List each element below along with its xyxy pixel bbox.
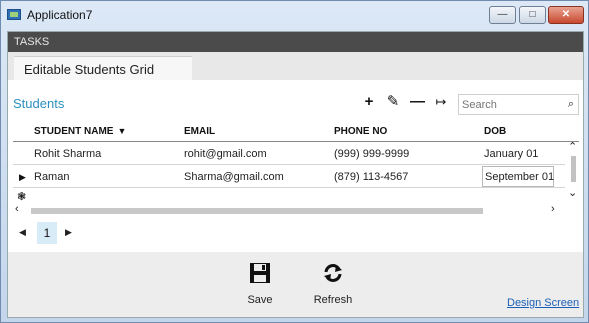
search-box[interactable]: ⌕ [458, 94, 579, 115]
column-header-email[interactable]: EMAIL [184, 126, 215, 137]
scroll-left-icon[interactable]: ‹ [15, 203, 19, 215]
minimize-button[interactable]: — [489, 6, 516, 24]
table-row[interactable]: Rohit Sharma rohit@gmail.com (999) 999-9… [13, 143, 565, 165]
cell-dob[interactable]: January 01 [484, 148, 538, 160]
save-label: Save [247, 294, 273, 306]
refresh-icon [324, 264, 342, 282]
title-bar[interactable]: Application7 — □ ✕ [1, 1, 588, 29]
action-bar: Save Refresh Design Screen [8, 252, 583, 317]
design-screen-link[interactable]: Design Screen [507, 297, 579, 309]
pager: ◀ 1 ▶ [13, 222, 133, 246]
cell-name[interactable]: Raman [34, 171, 69, 183]
table-row[interactable]: ▶ Raman Sharma@gmail.com (879) 113-4567 … [13, 166, 565, 188]
sort-desc-icon[interactable]: ▼ [117, 126, 126, 136]
current-row-indicator-icon: ▶ [19, 172, 26, 182]
search-icon[interactable]: ⌕ [568, 98, 574, 111]
cell-phone[interactable]: (999) 999-9999 [334, 148, 409, 160]
scroll-up-icon[interactable]: ⌃ [568, 140, 577, 153]
new-row-icon[interactable]: ❃ [17, 190, 26, 203]
refresh-button[interactable]: Refresh [305, 262, 361, 310]
add-icon[interactable]: + [362, 94, 376, 109]
delete-minus-icon[interactable]: — [410, 94, 425, 109]
export-icon[interactable]: ↦ [434, 95, 448, 109]
vertical-scrollbar-thumb[interactable] [571, 156, 576, 182]
tab-strip: Editable Students Grid [8, 52, 583, 80]
grid-header: STUDENT NAME ▼ EMAIL PHONE NO DOB [13, 126, 579, 142]
prev-page-icon[interactable]: ◀ [19, 227, 26, 238]
horizontal-scrollbar[interactable]: ‹ › [13, 203, 565, 216]
scroll-down-icon[interactable]: ⌄ [568, 186, 577, 199]
tab-editable-students-grid[interactable]: Editable Students Grid [14, 56, 192, 80]
scroll-right-icon[interactable]: › [551, 203, 555, 215]
cell-name[interactable]: Rohit Sharma [34, 148, 101, 160]
edit-pencil-icon[interactable]: ✎ [386, 94, 400, 109]
application-window: Application7 — □ ✕ TASKS Editable Studen… [0, 0, 589, 323]
cell-phone[interactable]: (879) 113-4567 [334, 171, 408, 183]
refresh-label: Refresh [313, 294, 353, 306]
column-header-dob[interactable]: DOB [484, 126, 506, 137]
cell-dob-editor[interactable]: September 01 [482, 166, 554, 187]
column-header-phone[interactable]: PHONE NO [334, 126, 387, 137]
column-header-student-name[interactable]: STUDENT NAME ▼ [34, 126, 126, 137]
page-number-button[interactable]: 1 [37, 222, 57, 244]
next-page-icon[interactable]: ▶ [65, 227, 72, 238]
main-content: TASKS Editable Students Grid Students + … [7, 31, 584, 318]
students-grid: STUDENT NAME ▼ EMAIL PHONE NO DOB Rohit S… [13, 120, 579, 220]
cell-email[interactable]: rohit@gmail.com [184, 148, 267, 160]
horizontal-scrollbar-thumb[interactable] [31, 208, 483, 214]
window-title: Application7 [27, 8, 93, 22]
close-button[interactable]: ✕ [548, 6, 584, 24]
grid-title: Students [13, 96, 65, 111]
save-button[interactable]: Save [232, 262, 288, 310]
app-icon [7, 9, 21, 20]
cell-email[interactable]: Sharma@gmail.com [184, 171, 284, 183]
tasks-bar[interactable]: TASKS [8, 32, 583, 52]
floppy-disk-icon [250, 263, 270, 283]
maximize-button[interactable]: □ [519, 6, 546, 24]
search-input[interactable] [462, 97, 562, 112]
